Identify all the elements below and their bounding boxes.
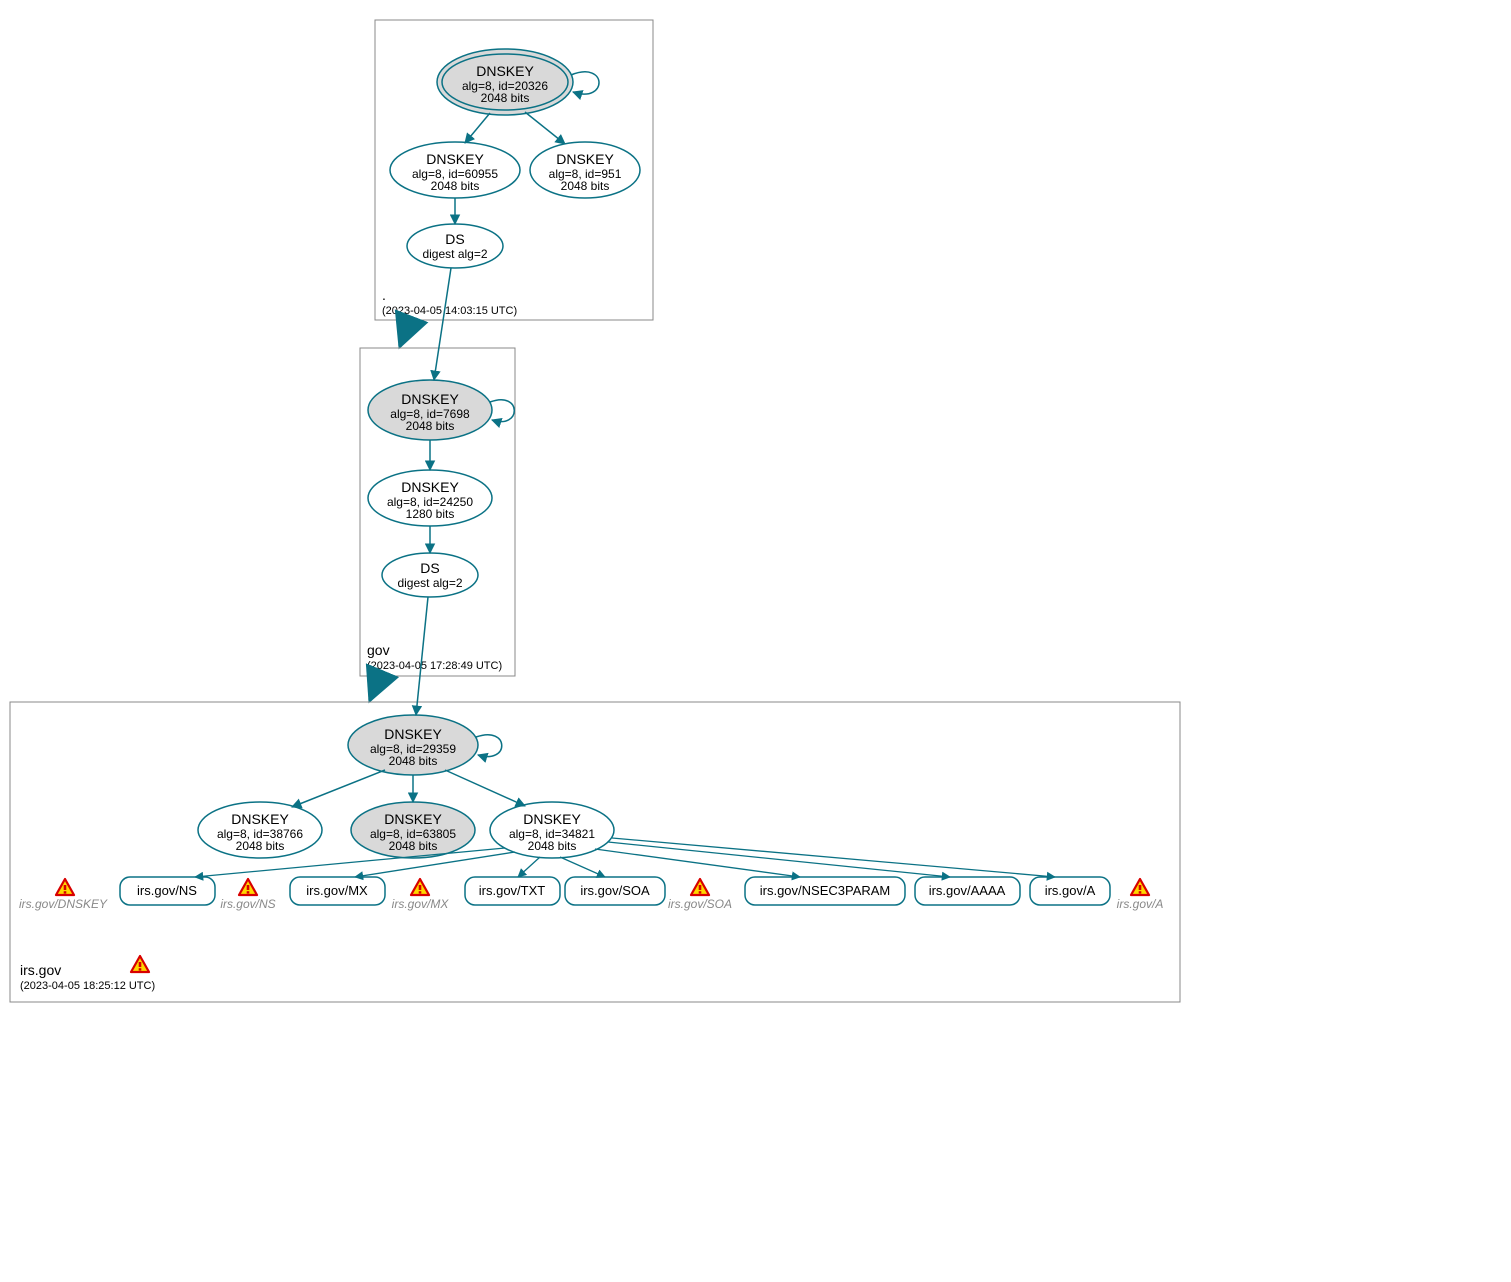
record-soa[interactable]: irs.gov/SOA xyxy=(565,877,665,905)
warn-mx[interactable] xyxy=(411,879,429,895)
svg-text:DNSKEY: DNSKEY xyxy=(556,151,614,167)
svg-text:digest alg=2: digest alg=2 xyxy=(422,247,487,261)
svg-text:DNSKEY: DNSKEY xyxy=(231,811,289,827)
record-aaaa[interactable]: irs.gov/AAAA xyxy=(915,877,1020,905)
record-mx[interactable]: irs.gov/MX xyxy=(290,877,385,905)
warn-soa[interactable] xyxy=(691,879,709,895)
svg-text:2048 bits: 2048 bits xyxy=(561,179,610,193)
warn-soa-label: irs.gov/SOA xyxy=(668,897,732,911)
svg-text:DNSKEY: DNSKEY xyxy=(426,151,484,167)
svg-text:2048 bits: 2048 bits xyxy=(528,839,577,853)
svg-text:DNSKEY: DNSKEY xyxy=(384,811,442,827)
record-txt[interactable]: irs.gov/TXT xyxy=(465,877,560,905)
warn-ns[interactable] xyxy=(239,879,257,895)
root-ksk-dnskey[interactable]: DNSKEY alg=8, id=20326 2048 bits xyxy=(437,49,573,115)
svg-text:2048 bits: 2048 bits xyxy=(389,839,438,853)
warn-a[interactable] xyxy=(1131,879,1149,895)
edge-root-ds-to-gov-ksk xyxy=(434,268,451,380)
edge-gov-to-irs-zone xyxy=(370,676,380,700)
gov-ksk-dnskey[interactable]: DNSKEY alg=8, id=7698 2048 bits xyxy=(368,380,492,440)
irs-zsk1-dnskey[interactable]: DNSKEY alg=8, id=38766 2048 bits xyxy=(198,802,322,858)
warn-dnskey[interactable] xyxy=(56,879,74,895)
svg-text:irs.gov/SOA: irs.gov/SOA xyxy=(580,883,650,898)
svg-text:irs.gov/NSEC3PARAM: irs.gov/NSEC3PARAM xyxy=(760,883,891,898)
zone-irs-timestamp: (2023-04-05 18:25:12 UTC) xyxy=(20,980,155,992)
zone-irs-warning-icon[interactable] xyxy=(131,956,149,972)
dnssec-diagram: . (2023-04-05 14:03:15 UTC) DNSKEY alg=8… xyxy=(0,0,1511,1282)
root-standby-dnskey[interactable]: DNSKEY alg=8, id=951 2048 bits xyxy=(530,142,640,198)
edge-gov-ksk-self xyxy=(490,400,514,422)
svg-text:2048 bits: 2048 bits xyxy=(481,91,530,105)
svg-text:DNSKEY: DNSKEY xyxy=(401,391,459,407)
edge-root-ksk-to-zsk xyxy=(465,113,490,143)
edge-sign-txt xyxy=(518,857,540,877)
svg-text:irs.gov/MX: irs.gov/MX xyxy=(306,883,368,898)
irs-zsk2-dnskey[interactable]: DNSKEY alg=8, id=63805 2048 bits xyxy=(351,802,475,858)
svg-text:irs.gov/A: irs.gov/A xyxy=(1045,883,1096,898)
svg-text:2048 bits: 2048 bits xyxy=(431,179,480,193)
svg-text:irs.gov/TXT: irs.gov/TXT xyxy=(479,883,546,898)
svg-text:digest alg=2: digest alg=2 xyxy=(397,576,462,590)
record-a[interactable]: irs.gov/A xyxy=(1030,877,1110,905)
edge-root-to-gov-zone xyxy=(400,320,410,346)
zone-gov-timestamp: (2023-04-05 17:28:49 UTC) xyxy=(367,660,502,672)
record-nsec3param[interactable]: irs.gov/NSEC3PARAM xyxy=(745,877,905,905)
svg-text:DNSKEY: DNSKEY xyxy=(401,479,459,495)
warn-dnskey-label: irs.gov/DNSKEY xyxy=(19,897,108,911)
svg-text:irs.gov/NS: irs.gov/NS xyxy=(137,883,197,898)
gov-zsk-dnskey[interactable]: DNSKEY alg=8, id=24250 1280 bits xyxy=(368,470,492,526)
svg-text:2048 bits: 2048 bits xyxy=(236,839,285,853)
svg-text:irs.gov/AAAA: irs.gov/AAAA xyxy=(929,883,1006,898)
zone-root-name: . xyxy=(382,287,386,303)
root-zsk-dnskey[interactable]: DNSKEY alg=8, id=60955 2048 bits xyxy=(390,142,520,198)
zone-irs: irs.gov (2023-04-05 18:25:12 UTC) DNSKEY… xyxy=(10,597,1180,1002)
edge-root-ksk-to-standby xyxy=(525,112,565,144)
gov-ds[interactable]: DS digest alg=2 xyxy=(382,553,478,597)
zone-irs-name: irs.gov xyxy=(20,962,61,978)
edge-root-ksk-self xyxy=(571,72,599,94)
svg-text:DS: DS xyxy=(420,560,439,576)
edge-irs-ksk-to-zsk3 xyxy=(445,770,525,806)
zone-root: . (2023-04-05 14:03:15 UTC) DNSKEY alg=8… xyxy=(375,20,653,320)
record-ns[interactable]: irs.gov/NS xyxy=(120,877,215,905)
warn-ns-label: irs.gov/NS xyxy=(220,897,275,911)
irs-ksk-dnskey[interactable]: DNSKEY alg=8, id=29359 2048 bits xyxy=(348,715,478,775)
svg-text:DS: DS xyxy=(445,231,464,247)
edge-sign-soa xyxy=(560,857,605,877)
warn-a-label: irs.gov/A xyxy=(1117,897,1164,911)
warn-mx-label: irs.gov/MX xyxy=(392,897,450,911)
svg-text:2048 bits: 2048 bits xyxy=(406,419,455,433)
svg-text:DNSKEY: DNSKEY xyxy=(476,63,534,79)
zone-root-timestamp: (2023-04-05 14:03:15 UTC) xyxy=(382,305,517,317)
edge-gov-ds-to-irs-ksk xyxy=(416,597,428,715)
root-ds[interactable]: DS digest alg=2 xyxy=(407,224,503,268)
svg-text:1280 bits: 1280 bits xyxy=(406,507,455,521)
edge-sign-nsec3param xyxy=(595,849,800,877)
edge-irs-ksk-to-zsk1 xyxy=(292,770,385,807)
edge-sign-aaaa xyxy=(608,842,950,877)
edge-sign-a xyxy=(612,838,1055,877)
zone-gov: gov (2023-04-05 17:28:49 UTC) DNSKEY alg… xyxy=(360,268,515,676)
svg-text:2048 bits: 2048 bits xyxy=(389,754,438,768)
svg-text:DNSKEY: DNSKEY xyxy=(384,726,442,742)
svg-text:DNSKEY: DNSKEY xyxy=(523,811,581,827)
zone-gov-name: gov xyxy=(367,642,390,658)
edge-irs-ksk-self xyxy=(476,735,502,757)
